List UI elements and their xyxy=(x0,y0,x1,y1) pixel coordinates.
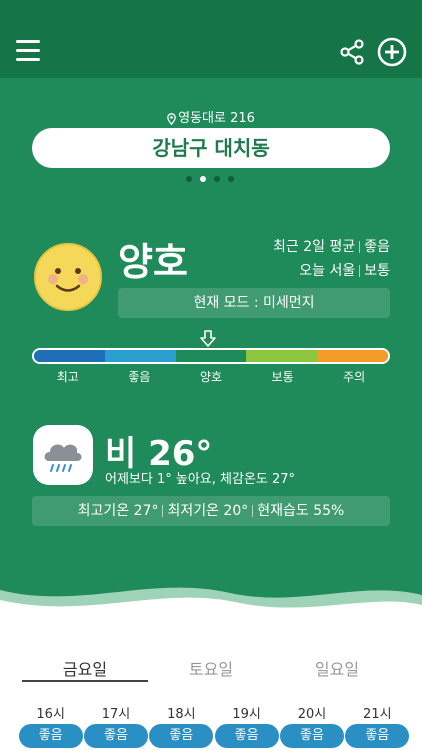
hour-time: 16시 xyxy=(36,707,65,722)
location-name-button[interactable]: 강남구 대치동 xyxy=(32,128,390,168)
address-text: 영동대로 216 xyxy=(178,111,255,126)
air-quality-scale-bar xyxy=(32,348,390,364)
page-dot[interactable] xyxy=(186,176,192,182)
scale-label: 최고 xyxy=(56,370,79,384)
hour-status-badge: 좋음 xyxy=(214,724,279,748)
hour-item: 18시좋음 xyxy=(149,703,214,748)
page-dot[interactable] xyxy=(214,176,220,182)
scale-label: 주의 xyxy=(343,370,366,384)
recent-average-label: 최근 2일 평균 xyxy=(273,239,356,255)
hour-status-badge: 좋음 xyxy=(149,724,214,748)
hour-item: 19시좋음 xyxy=(214,703,279,748)
hour-status-badge: 좋음 xyxy=(83,724,148,748)
scale-segment xyxy=(246,350,318,362)
hour-item: 21시좋음 xyxy=(345,703,410,748)
high-temp: 최고기온 27° xyxy=(77,503,159,519)
hour-time: 18시 xyxy=(167,707,196,722)
hour-item: 20시좋음 xyxy=(279,703,344,748)
recent-average: 최근 2일 평균 좋음 xyxy=(273,236,390,256)
scale-segment xyxy=(104,350,176,362)
current-mode-button[interactable]: 현재 모드 : 미세먼지 xyxy=(118,288,390,318)
hour-time: 19시 xyxy=(232,707,261,722)
divider xyxy=(252,505,254,517)
hour-item: 16시좋음 xyxy=(18,703,83,748)
air-quality-scale-labels: 최고 좋음 양호 보통 주의 xyxy=(32,368,390,385)
day-tab[interactable]: 토요일 xyxy=(148,656,274,682)
add-circle-icon[interactable] xyxy=(377,37,407,67)
page-dot[interactable] xyxy=(228,176,234,182)
location-pin-icon xyxy=(167,112,176,125)
scale-segment xyxy=(175,350,247,362)
weather-details: 최고기온 27° 최저기온 20° 현재습도 55% xyxy=(32,496,390,526)
cloud-rain-icon xyxy=(44,444,82,472)
scale-segment xyxy=(317,350,388,362)
divider xyxy=(359,265,361,277)
hour-status-badge: 좋음 xyxy=(345,724,410,748)
weather-compare: 어제보다 1° 높아요, 체감온도 27° xyxy=(105,472,296,487)
page-indicator xyxy=(186,176,234,184)
recent-average-value: 좋음 xyxy=(364,239,390,255)
smile-face-icon xyxy=(34,243,102,311)
hour-time: 17시 xyxy=(101,707,131,722)
divider xyxy=(162,505,164,517)
hour-time: 20시 xyxy=(297,707,327,722)
today-seoul-value: 보통 xyxy=(364,263,390,279)
wave-divider xyxy=(0,587,422,625)
hamburger-menu-icon[interactable] xyxy=(16,40,40,62)
scale-label: 좋음 xyxy=(128,370,151,384)
humidity: 현재습도 55% xyxy=(257,503,345,519)
scale-segment xyxy=(34,350,105,362)
page-dot[interactable] xyxy=(200,176,206,182)
today-seoul-label: 오늘 서울 xyxy=(299,263,356,279)
hour-item: 17시좋음 xyxy=(83,703,148,748)
arrow-down-icon xyxy=(200,330,216,347)
hour-time: 21시 xyxy=(363,707,392,722)
top-bar xyxy=(0,0,422,78)
scale-label: 양호 xyxy=(199,370,223,384)
hourly-forecast: 16시 좋음 17시 좋음 18시 좋음 19시 좋음 20시 좋음 21시 좋음 xyxy=(18,703,410,748)
divider xyxy=(359,241,361,253)
address-line: 영동대로 216 xyxy=(0,107,422,126)
low-temp: 최저기온 20° xyxy=(167,503,249,519)
hour-status-badge: 좋음 xyxy=(18,724,83,748)
hour-status-badge: 좋음 xyxy=(279,724,344,748)
day-tabs: 금요일 토요일 일요일 xyxy=(22,656,400,682)
weather-icon-box xyxy=(33,425,93,485)
today-seoul: 오늘 서울 보통 xyxy=(299,260,390,280)
share-icon[interactable] xyxy=(339,39,365,65)
day-tab[interactable]: 일요일 xyxy=(274,656,400,682)
scale-label: 보통 xyxy=(271,370,294,384)
day-tab[interactable]: 금요일 xyxy=(22,656,148,682)
air-quality-grade: 양호 xyxy=(118,240,188,284)
